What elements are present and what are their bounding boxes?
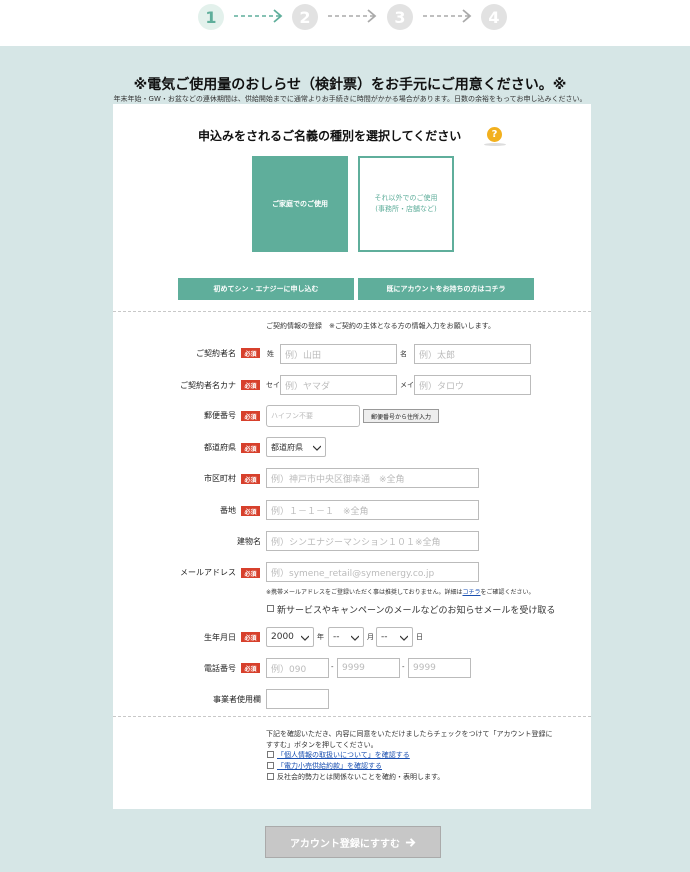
postal-label: 郵便番号 [204, 411, 236, 420]
email-note-link[interactable]: コチラ [463, 589, 481, 596]
building-input[interactable]: 例）シンエナジーマンション１０１※全角 [266, 531, 479, 551]
step-2: 2 [292, 4, 318, 30]
required-badge: 必須 [241, 568, 260, 578]
step-arrow-icon [423, 9, 472, 23]
business-use-input[interactable] [266, 689, 329, 709]
privacy-policy-link[interactable]: 「個人情報の取扱いについて」を確認する [277, 750, 410, 760]
last-kana-input[interactable]: 例）ヤマダ [280, 375, 397, 395]
first-name-input[interactable]: 例）太郎 [414, 344, 531, 364]
privacy-checkbox[interactable] [267, 751, 274, 758]
first-kana-prefix: メイ [400, 381, 414, 389]
last-name-input[interactable]: 例）山田 [280, 344, 397, 364]
prefecture-label: 都道府県 [204, 443, 236, 452]
first-name-prefix: 名 [400, 350, 407, 358]
newsletter-label: 新サービスやキャンペーンのメールなどのお知らせメールを受け取る [277, 606, 556, 616]
phone-separator: - [402, 663, 405, 671]
city-input[interactable]: 例）神戸市中央区御幸通 ※全角 [266, 468, 479, 488]
required-badge: 必須 [241, 411, 260, 421]
required-badge: 必須 [241, 506, 260, 516]
last-name-prefix: 姓 [267, 350, 274, 358]
day-suffix: 日 [416, 633, 423, 641]
email-note-text: ※携帯メールアドレスをご登録いただく事は推奨しておりません。詳細は [266, 589, 463, 596]
type-card-business-label: それ以外でのご使用 [374, 194, 438, 202]
phone-label: 電話番号 [204, 664, 236, 673]
required-badge: 必須 [241, 380, 260, 390]
postal-code-input[interactable]: ハイフン不要 [266, 405, 360, 427]
phone-input-1[interactable]: 例）090 [266, 658, 329, 678]
chevron-down-icon [313, 445, 321, 451]
prefecture-select[interactable]: 都道府県 [266, 437, 326, 457]
type-card-business[interactable]: それ以外でのご使用 (事務所・店舗など) [358, 156, 454, 252]
step-arrow-icon [328, 9, 377, 23]
birth-month-value: -- [333, 632, 340, 642]
birthdate-label: 生年月日 [204, 633, 236, 642]
agreement-instruction-2: すすむ」ボタンを押してください。 [266, 741, 378, 749]
step-arrow-icon [234, 9, 283, 23]
type-card-business-sublabel: (事務所・店舗など) [375, 205, 437, 213]
contract-info-intro: ご契約情報の登録 ※ご契約の主体となる方の情報入力をお願いします。 [266, 322, 495, 330]
newsletter-checkbox[interactable] [267, 605, 274, 612]
arrow-right-icon [405, 837, 416, 847]
business-use-label: 事業者使用欄 [213, 695, 261, 704]
type-card-home-label: ご家庭でのご使用 [272, 199, 328, 208]
section-divider [113, 311, 591, 312]
postal-code-placeholder: ハイフン不要 [271, 412, 313, 420]
chevron-down-icon [400, 635, 408, 641]
city-label: 市区町村 [204, 474, 236, 483]
required-badge: 必須 [241, 443, 260, 453]
building-label: 建物名 [237, 537, 261, 546]
help-icon[interactable]: ? [487, 127, 502, 142]
chevron-down-icon [351, 635, 359, 641]
required-badge: 必須 [241, 474, 260, 484]
phone-input-3[interactable]: 9999 [408, 658, 471, 678]
supply-terms-link[interactable]: 「電力小売供給約款」を確認する [277, 761, 382, 771]
email-note: ※携帯メールアドレスをご登録いただく事は推奨しておりません。詳細はコチラをご確認… [266, 587, 535, 596]
required-badge: 必須 [241, 663, 260, 673]
kana-label: ご契約者名カナ [180, 381, 236, 390]
postal-lookup-button[interactable]: 郵便番号から住所入力 [363, 409, 439, 423]
step-4: 4 [481, 4, 507, 30]
contract-type-title: 申込みをされるご名義の種別を選択してください [198, 129, 462, 143]
step-3: 3 [387, 4, 413, 30]
name-label: ご契約者名 [196, 349, 236, 358]
prefecture-select-value: 都道府県 [271, 442, 303, 452]
create-account-button[interactable]: アカウント登録にすすむ [265, 826, 441, 858]
email-note-suffix: をご確認ください。 [480, 589, 535, 596]
email-label: メールアドレス [180, 568, 236, 577]
agreement-instruction: 下記を確認いただき、内容に同意をいただけましたらチェックをつけて「アカウント登録… [266, 730, 553, 738]
address-label: 番地 [220, 506, 236, 515]
phone-separator: - [331, 663, 334, 671]
birth-year-value: 2000 [271, 632, 294, 642]
step-1: 1 [198, 4, 224, 30]
antisocial-label: 反社会的勢力とは関係ないことを確約・表明します。 [277, 773, 445, 781]
first-kana-input[interactable]: 例）タロウ [414, 375, 531, 395]
help-icon-shadow [484, 143, 506, 146]
supply-terms-checkbox[interactable] [267, 762, 274, 769]
step-indicator: 1 2 3 4 [0, 0, 690, 46]
chevron-down-icon [301, 635, 309, 641]
phone-input-2[interactable]: 9999 [337, 658, 400, 678]
new-application-button[interactable]: 初めてシン・エナジーに申し込む [178, 278, 354, 300]
birth-year-select[interactable]: 2000 [266, 627, 314, 647]
month-suffix: 月 [367, 633, 374, 641]
birth-month-select[interactable]: -- [328, 627, 364, 647]
last-kana-prefix: セイ [266, 381, 280, 389]
birth-day-value: -- [381, 632, 388, 642]
email-input[interactable]: 例）symene_retail@symenergy.co.jp [266, 562, 479, 582]
address-input[interactable]: 例）１－１－１ ※全角 [266, 500, 479, 520]
type-card-home[interactable]: ご家庭でのご使用 [252, 156, 348, 252]
birth-day-select[interactable]: -- [376, 627, 413, 647]
section-divider [113, 716, 591, 717]
existing-account-button[interactable]: 既にアカウントをお持ちの方はコチラ [358, 278, 534, 300]
meter-notice-title: ※電気ご使用量のおしらせ（検針票）をお手元にご用意ください。※ [133, 77, 567, 93]
holiday-notice: 年末年始・GW・お盆などの連休期間は、供給開始までに通常よりお手続きに時間がかか… [113, 95, 587, 103]
antisocial-checkbox[interactable] [267, 773, 274, 780]
create-account-label: アカウント登録にすすむ [289, 838, 401, 850]
required-badge: 必須 [241, 632, 260, 642]
required-badge: 必須 [241, 348, 260, 358]
year-suffix: 年 [317, 633, 324, 641]
